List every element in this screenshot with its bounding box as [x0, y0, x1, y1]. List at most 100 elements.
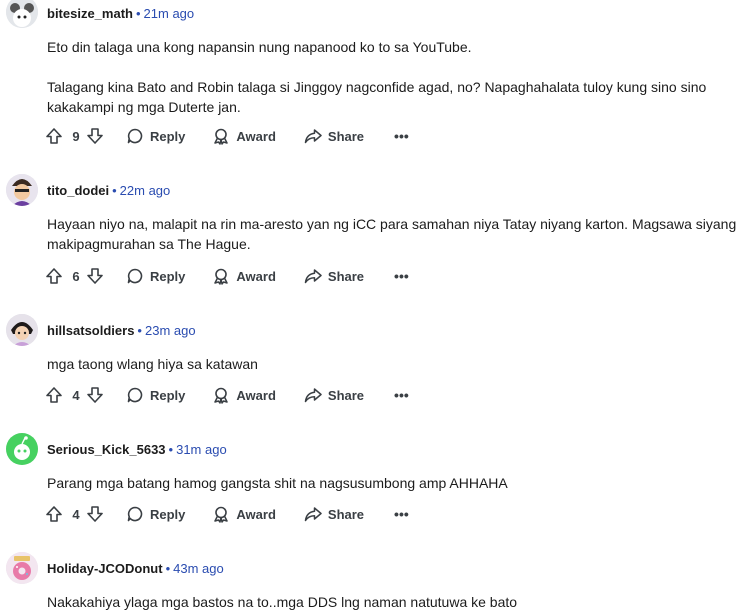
award-label: Award [236, 387, 276, 403]
reply-label: Reply [150, 387, 186, 403]
share-label: Share [327, 506, 365, 522]
award-label: Award [236, 268, 276, 284]
reply-button[interactable]: Reply [126, 267, 185, 285]
reply-icon [127, 268, 143, 284]
award-button[interactable]: Award [212, 127, 276, 145]
award-button[interactable]: Award [212, 386, 276, 404]
comment-meta: bitesize_math • 21m ago [47, 6, 194, 22]
vote-count: 6 [72, 268, 80, 284]
share-label: Share [327, 268, 365, 284]
reply-label: Reply [150, 268, 186, 284]
comment-body: mga taong wlang hiya sa katawan [47, 354, 742, 374]
downvote-button[interactable] [86, 267, 104, 285]
reply-label: Reply [150, 128, 186, 144]
comment-body: Nakakahiya ylaga mga bastos na to..mga D… [47, 592, 742, 612]
author-name[interactable]: Serious_Kick_5633 [47, 442, 166, 457]
comment-actions: 6 Reply Award Share ••• [45, 265, 409, 287]
reply-button[interactable]: Reply [126, 386, 185, 404]
comment-paragraph: Nakakahiya ylaga mga bastos na to..mga D… [47, 594, 518, 610]
comment-body: Parang mga batang hamog gangsta shit na … [47, 473, 742, 493]
more-options-button[interactable]: ••• [394, 268, 409, 284]
downvote-icon [87, 268, 103, 284]
avatar[interactable] [6, 174, 38, 206]
award-icon [214, 268, 229, 285]
upvote-icon [46, 506, 62, 522]
reply-icon [127, 506, 143, 522]
comment-meta: Holiday-JCODonut • 43m ago [47, 561, 224, 577]
award-label: Award [236, 128, 276, 144]
more-icon: ••• [394, 268, 409, 284]
comment-body: Hayaan niyo na, malapit na rin ma-aresto… [47, 214, 742, 254]
reply-label: Reply [150, 506, 186, 522]
share-label: Share [327, 387, 365, 403]
timestamp[interactable]: 43m ago [173, 561, 224, 576]
share-icon [304, 129, 322, 144]
separator-dot: • [165, 561, 171, 576]
timestamp[interactable]: 22m ago [120, 183, 171, 198]
comment-paragraph: Parang mga batang hamog gangsta shit na … [47, 475, 508, 491]
separator-dot: • [168, 442, 174, 457]
comment-actions: 4 Reply Award Share ••• [45, 503, 409, 525]
reply-icon [127, 387, 143, 403]
comment-body: Eto din talaga una kong napansin nung na… [47, 37, 742, 117]
share-label: Share [327, 128, 365, 144]
award-icon [214, 506, 229, 523]
reply-button[interactable]: Reply [126, 127, 185, 145]
share-icon [304, 388, 322, 403]
more-icon: ••• [394, 506, 409, 522]
upvote-button[interactable] [45, 505, 63, 523]
reply-button[interactable]: Reply [126, 505, 185, 523]
comment-paragraph: Eto din talaga una kong napansin nung na… [47, 39, 472, 55]
author-name[interactable]: bitesize_math [47, 6, 133, 21]
share-button[interactable]: Share [304, 505, 364, 523]
downvote-icon [87, 387, 103, 403]
award-icon [214, 387, 229, 404]
award-button[interactable]: Award [212, 505, 276, 523]
reply-icon [127, 128, 143, 144]
avatar[interactable] [6, 0, 38, 28]
downvote-button[interactable] [86, 386, 104, 404]
timestamp[interactable]: 23m ago [145, 323, 196, 338]
avatar[interactable] [6, 552, 38, 584]
vote-count: 4 [72, 387, 80, 403]
award-icon [214, 128, 229, 145]
vote-count: 4 [72, 506, 80, 522]
more-icon: ••• [394, 387, 409, 403]
author-name[interactable]: tito_dodei [47, 183, 109, 198]
upvote-button[interactable] [45, 127, 63, 145]
avatar[interactable] [6, 433, 38, 465]
upvote-button[interactable] [45, 386, 63, 404]
upvote-button[interactable] [45, 267, 63, 285]
author-name[interactable]: hillsatsoldiers [47, 323, 134, 338]
share-icon [304, 507, 322, 522]
vote-count: 9 [72, 128, 80, 144]
timestamp[interactable]: 21m ago [144, 6, 195, 21]
upvote-icon [46, 128, 62, 144]
more-options-button[interactable]: ••• [394, 128, 409, 144]
upvote-icon [46, 387, 62, 403]
comment-paragraph: Talagang kina Bato and Robin talaga si J… [47, 79, 707, 115]
more-options-button[interactable]: ••• [394, 506, 409, 522]
comment-actions: 9 Reply Award Share ••• [45, 125, 409, 147]
more-options-button[interactable]: ••• [394, 387, 409, 403]
downvote-icon [87, 506, 103, 522]
award-label: Award [236, 506, 276, 522]
share-button[interactable]: Share [304, 127, 364, 145]
separator-dot: • [137, 323, 142, 338]
author-name[interactable]: Holiday-JCODonut [47, 561, 163, 576]
comment-meta: hillsatsoldiers • 23m ago [47, 323, 196, 339]
award-button[interactable]: Award [212, 267, 276, 285]
separator-dot: • [112, 183, 117, 198]
more-icon: ••• [394, 128, 409, 144]
downvote-button[interactable] [86, 127, 104, 145]
share-button[interactable]: Share [304, 386, 364, 404]
share-icon [304, 269, 322, 284]
comment-paragraph: Hayaan niyo na, malapit na rin ma-aresto… [47, 216, 737, 252]
separator-dot: • [135, 6, 141, 21]
avatar[interactable] [6, 314, 38, 346]
timestamp[interactable]: 31m ago [176, 442, 227, 457]
downvote-button[interactable] [86, 505, 104, 523]
downvote-icon [87, 128, 103, 144]
comment-meta: Serious_Kick_5633 • 31m ago [47, 442, 227, 458]
share-button[interactable]: Share [304, 267, 364, 285]
